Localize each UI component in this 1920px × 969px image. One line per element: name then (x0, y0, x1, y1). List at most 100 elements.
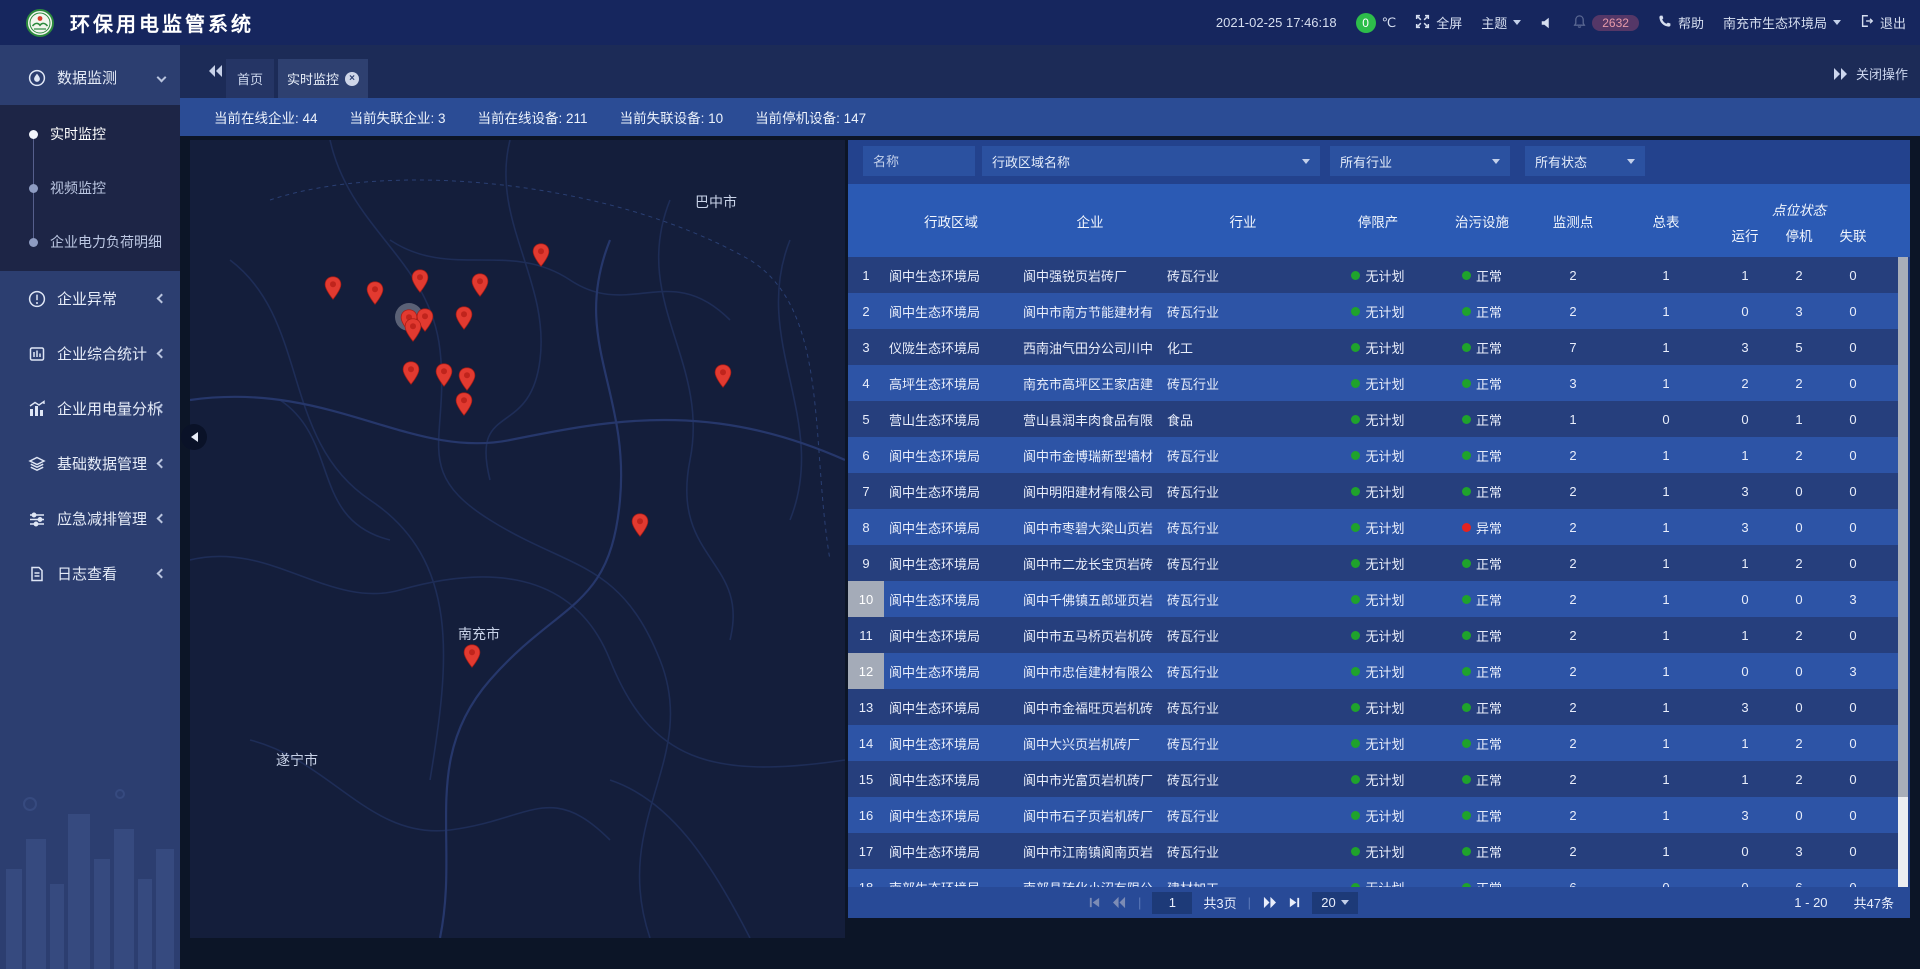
status-dot-icon (1462, 667, 1471, 676)
sidebar-item-emergency-reduction[interactable]: 应急减排管理 (0, 491, 180, 546)
table-row[interactable]: 11阆中生态环境局阆中市五马桥页岩机砖砖瓦行业无计划正常21120 (848, 617, 1898, 653)
cell-running: 1 (1718, 257, 1772, 293)
table-row[interactable]: 15阆中生态环境局阆中市光富页岩机砖厂砖瓦行业无计划正常21120 (848, 761, 1898, 797)
cell-spacer (1880, 761, 1898, 797)
column-subheader[interactable]: 失联 (1826, 221, 1880, 257)
column-header[interactable]: 企业 (1018, 184, 1162, 257)
page-size-select[interactable]: 20 (1312, 892, 1358, 914)
column-subheader[interactable]: 停机 (1772, 221, 1826, 257)
notification-area[interactable]: 2632 (1573, 14, 1639, 31)
table-row[interactable]: 2阆中生态环境局阆中市南方节能建材有砖瓦行业无计划正常21030 (848, 293, 1898, 329)
previous-page-button[interactable] (1112, 896, 1127, 909)
map-location-pin-icon[interactable] (471, 273, 489, 297)
logout-button[interactable]: 退出 (1860, 13, 1906, 32)
fullscreen-button[interactable]: 全屏 (1415, 13, 1462, 32)
current-page-input[interactable]: 1 (1152, 892, 1192, 914)
table-row[interactable]: 1阆中生态环境局阆中强锐页岩砖厂砖瓦行业无计划正常21120 (848, 257, 1898, 293)
cell-facility-status: 正常 (1432, 689, 1532, 725)
cell-stopped: 2 (1772, 545, 1826, 581)
map-location-pin-icon[interactable] (435, 363, 453, 387)
table-row[interactable]: 3仪陇生态环境局西南油气田分公司川中化工无计划正常71350 (848, 329, 1898, 365)
last-page-button[interactable] (1288, 896, 1301, 909)
cell-facility-status: 正常 (1432, 581, 1532, 617)
sidebar-subitem-power-load-detail[interactable]: 企业电力负荷明细 (0, 215, 180, 269)
map-location-pin-icon[interactable] (366, 281, 384, 305)
column-header[interactable]: 行业 (1162, 184, 1324, 257)
cell-stopped: 2 (1772, 257, 1826, 293)
column-header[interactable]: 治污设施 (1432, 184, 1532, 257)
tab-close-icon[interactable]: × (345, 72, 359, 86)
sidebar-item-enterprise-stats[interactable]: 企业综合统计 (0, 326, 180, 381)
cell-total-meters: 1 (1614, 761, 1718, 797)
sidebar-subitem-realtime-monitor[interactable]: 实时监控 (0, 107, 180, 161)
map-location-pin-icon[interactable] (532, 243, 550, 267)
region-filter-select[interactable]: 行政区域名称 (982, 146, 1320, 176)
org-dropdown[interactable]: 南充市生态环境局 (1723, 13, 1841, 32)
sidebar-item-power-analysis[interactable]: 企业用电量分析 (0, 381, 180, 436)
sidebar-item-log-view[interactable]: 日志查看 (0, 546, 180, 601)
app-root: 环保用电监管系统 2021-02-25 17:46:18 0 ℃ 全屏 主题 (0, 0, 1920, 969)
status-dot-icon (1351, 415, 1360, 424)
sidebar-item-data-monitor[interactable]: 数据监测 (0, 50, 180, 105)
column-header[interactable]: 行政区域 (884, 184, 1018, 257)
table-row[interactable]: 10阆中生态环境局阆中千佛镇五郎垭页岩砖瓦行业无计划正常21003 (848, 581, 1898, 617)
table-row[interactable]: 4高坪生态环境局南充市高坪区王家店建砖瓦行业无计划正常31220 (848, 365, 1898, 401)
table-row[interactable]: 17阆中生态环境局阆中市江南镇阆南页岩砖瓦行业无计划正常21030 (848, 833, 1898, 869)
table-row[interactable]: 5营山生态环境局营山县润丰肉食品有限食品无计划正常10010 (848, 401, 1898, 437)
tab-home[interactable]: 首页 (226, 59, 274, 98)
map-location-pin-icon[interactable] (324, 276, 342, 300)
tabs-scroll-left-button[interactable] (208, 64, 224, 83)
map-location-pin-icon[interactable] (714, 364, 732, 388)
sidebar-item-base-data[interactable]: 基础数据管理 (0, 436, 180, 491)
name-filter-input[interactable] (863, 146, 975, 176)
table-scrollbar[interactable] (1898, 257, 1908, 887)
sidebar-item-enterprise-abnormal[interactable]: 企业异常 (0, 271, 180, 326)
cell-facility-status: 正常 (1432, 545, 1532, 581)
tab-bar: 首页 实时监控 × 关闭操作 (180, 45, 1920, 98)
status-dot-icon (1351, 631, 1360, 640)
column-header[interactable]: 停限产 (1324, 184, 1432, 257)
map-location-pin-icon[interactable] (458, 367, 476, 391)
table-row[interactable]: 13阆中生态环境局阆中市金福旺页岩机砖砖瓦行业无计划正常21300 (848, 689, 1898, 725)
map-location-pin-icon[interactable] (631, 513, 649, 537)
help-button[interactable]: 帮助 (1658, 13, 1704, 32)
theme-dropdown[interactable]: 主题 (1481, 13, 1521, 32)
close-operations-menu[interactable]: 关闭操作 (1832, 64, 1908, 83)
cell-lost: 0 (1826, 797, 1880, 833)
table-row[interactable]: 12阆中生态环境局阆中市忠信建材有限公砖瓦行业无计划正常21003 (848, 653, 1898, 689)
table-row[interactable]: 16阆中生态环境局阆中市石子页岩机砖厂砖瓦行业无计划正常21300 (848, 797, 1898, 833)
map-location-pin-icon[interactable] (404, 318, 422, 342)
industry-filter-select[interactable]: 所有行业 (1330, 146, 1510, 176)
weather-display: 0 ℃ (1356, 13, 1397, 33)
map-location-pin-icon[interactable] (463, 644, 481, 668)
table-row[interactable]: 18南部生态环境局南部县砖化小沼有限公建材加工无计划正常60060 (848, 869, 1898, 887)
scrollbar-thumb[interactable] (1898, 257, 1908, 797)
column-header[interactable]: 总表 (1614, 184, 1718, 257)
table-row[interactable]: 14阆中生态环境局阆中大兴页岩机砖厂砖瓦行业无计划正常21120 (848, 725, 1898, 761)
status-dot-icon (1462, 307, 1471, 316)
tab-realtime-monitor[interactable]: 实时监控 × (278, 59, 368, 98)
panel-collapse-button[interactable] (181, 424, 207, 450)
layers-icon (28, 455, 46, 473)
cell-industry: 砖瓦行业 (1162, 365, 1324, 401)
map-location-pin-icon[interactable] (411, 269, 429, 293)
mute-speaker-button[interactable] (1540, 16, 1554, 30)
cell-total-meters: 1 (1614, 293, 1718, 329)
map-location-pin-icon[interactable] (402, 361, 420, 385)
column-header[interactable]: 监测点 (1532, 184, 1614, 257)
status-filter-select[interactable]: 所有状态 (1525, 146, 1645, 176)
map-panel[interactable]: 巴中市南充市遂宁市 (190, 140, 845, 938)
cell-running: 0 (1718, 293, 1772, 329)
table-row[interactable]: 8阆中生态环境局阆中市枣碧大梁山页岩砖瓦行业无计划异常21300 (848, 509, 1898, 545)
cell-total-meters: 1 (1614, 437, 1718, 473)
map-location-pin-icon[interactable] (455, 392, 473, 416)
sidebar-subitem-video-monitor[interactable]: 视频监控 (0, 161, 180, 215)
sidebar-subitem-label: 企业电力负荷明细 (50, 232, 162, 252)
first-page-button[interactable] (1088, 896, 1101, 909)
table-row[interactable]: 7阆中生态环境局阆中明阳建材有限公司砖瓦行业无计划正常21300 (848, 473, 1898, 509)
column-subheader[interactable]: 运行 (1718, 221, 1772, 257)
map-location-pin-icon[interactable] (455, 306, 473, 330)
table-row[interactable]: 6阆中生态环境局阆中市金博瑞新型墙材砖瓦行业无计划正常21120 (848, 437, 1898, 473)
next-page-button[interactable] (1262, 896, 1277, 909)
table-row[interactable]: 9阆中生态环境局阆中市二龙长宝页岩砖砖瓦行业无计划正常21120 (848, 545, 1898, 581)
